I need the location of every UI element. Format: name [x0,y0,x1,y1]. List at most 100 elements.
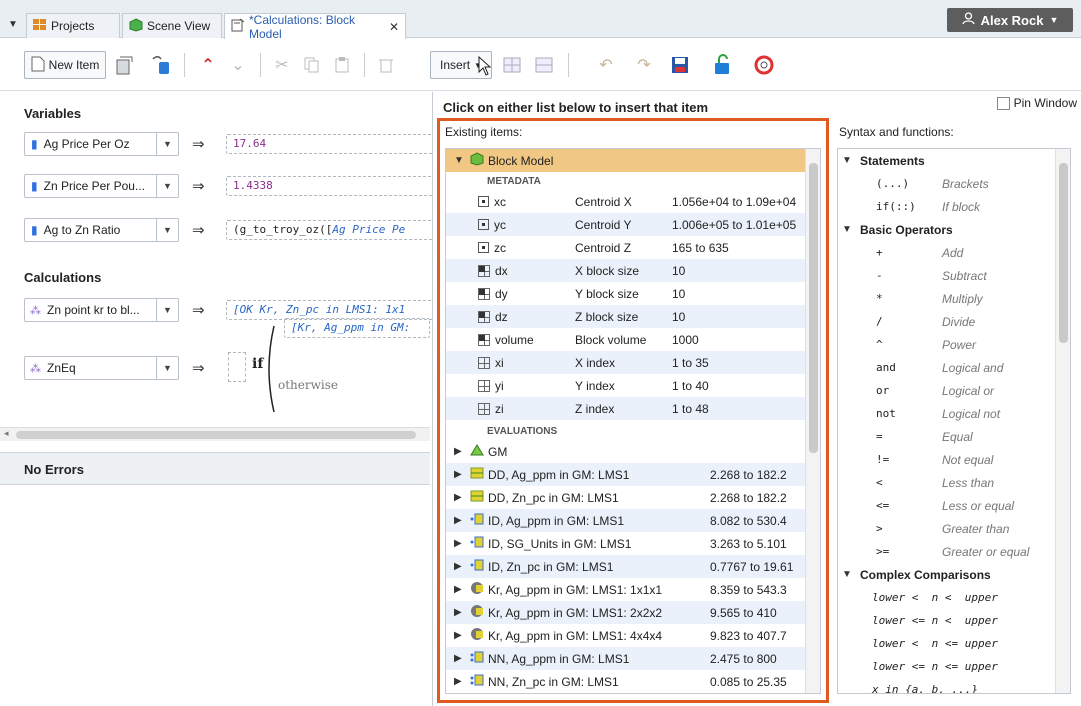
pin-window-checkbox[interactable]: Pin Window [996,96,1077,110]
category-complex-comparisons[interactable]: ▼ Complex Comparisons [838,563,1056,586]
syntax-item[interactable]: + Add [838,241,1056,264]
expand-triangle-icon[interactable]: ▶ [454,446,466,457]
tab-projects[interactable]: Projects [26,13,120,38]
syntax-item[interactable]: <= Less or equal [838,494,1056,517]
expand-triangle-icon[interactable]: ▶ [454,584,466,595]
checkbox-box[interactable] [996,96,1010,110]
cut-button[interactable]: ✂ [268,51,296,79]
syntax-item[interactable]: not Logical not [838,402,1056,425]
expand-triangle-icon[interactable]: ▶ [454,607,466,618]
expand-triangle-icon[interactable]: ▶ [454,469,466,480]
category-basic-operators[interactable]: ▼ Basic Operators [838,218,1056,241]
syntax-item[interactable]: x in {a, b, ...} [838,678,1056,693]
expression-field[interactable]: [OK Kr, Zn_pc in LMS1: 1x1 [226,300,436,320]
expand-triangle-icon[interactable]: ▶ [454,515,466,526]
syntax-item[interactable]: - Subtract [838,264,1056,287]
chevron-down-icon[interactable]: ▼ [156,219,178,241]
list-item[interactable]: dx X block size 10 [446,259,806,282]
undo-button[interactable]: ↶ [592,51,620,79]
vertical-scrollbar[interactable] [805,149,820,693]
expand-triangle-icon[interactable]: ▼ [842,224,854,235]
chevron-down-icon[interactable]: ▼ [156,357,178,379]
user-menu-button[interactable]: Alex Rock ▼ [947,8,1073,32]
close-icon[interactable]: ✕ [389,20,399,34]
add-filter-button[interactable] [146,51,176,79]
syntax-item[interactable]: or Logical or [838,379,1056,402]
list-item[interactable]: volume Block volume 1000 [446,328,806,351]
horizontal-scrollbar[interactable]: ◂ [0,427,430,441]
expand-triangle-icon[interactable]: ▶ [454,538,466,549]
insert-row-above-button[interactable] [498,51,526,79]
insert-row-below-button[interactable] [530,51,558,79]
syntax-item[interactable]: ^ Power [838,333,1056,356]
syntax-item[interactable]: if(::) If block [838,195,1056,218]
expression-field[interactable]: (g_to_troy_oz([Ag Price Pe [226,220,436,240]
list-item-block-model[interactable]: ▼ Block Model [446,149,806,172]
expression-field[interactable]: 1.4338 [226,176,436,196]
list-item[interactable]: yi Y index 1 to 40 [446,374,806,397]
syntax-item[interactable]: * Multiply [838,287,1056,310]
expression-field[interactable]: 17.64 [226,134,436,154]
expand-triangle-icon[interactable]: ▶ [454,630,466,641]
list-item[interactable]: ▶ NN, Zn_pc in GM: LMS1 0.085 to 25.35 [446,670,806,693]
expand-triangle-icon[interactable]: ▶ [454,561,466,572]
help-button[interactable] [750,51,778,79]
variable-name-select[interactable]: ▮ Zn Price Per Pou... ▼ [24,174,179,198]
scroll-thumb[interactable] [16,431,416,439]
calculation-name-select[interactable]: ⁂ ZnEq ▼ [24,356,179,380]
syntax-item[interactable]: / Divide [838,310,1056,333]
scroll-left-icon[interactable]: ◂ [4,428,9,439]
expand-triangle-icon[interactable]: ▶ [454,676,466,687]
paste-button[interactable] [328,51,356,79]
syntax-item[interactable]: = Equal [838,425,1056,448]
scroll-thumb[interactable] [1059,163,1068,343]
expand-triangle-icon[interactable]: ▶ [454,492,466,503]
tab-calculations[interactable]: *Calculations: Block Model ✕ [224,13,406,41]
expand-triangle-icon[interactable]: ▼ [454,155,466,166]
syntax-item[interactable]: > Greater than [838,517,1056,540]
syntax-item[interactable]: >= Greater or equal [838,540,1056,563]
syntax-item[interactable]: lower <= n <= upper [838,655,1056,678]
list-item[interactable]: zc Centroid Z 165 to 635 [446,236,806,259]
chevron-down-icon[interactable]: ▼ [156,175,178,197]
calculation-name-select[interactable]: ⁂ Zn point kr to bl... ▼ [24,298,179,322]
scroll-thumb[interactable] [809,163,818,453]
list-item[interactable]: dy Y block size 10 [446,282,806,305]
expand-triangle-icon[interactable]: ▶ [454,653,466,664]
variable-name-select[interactable]: ▮ Ag to Zn Ratio ▼ [24,218,179,242]
list-item[interactable]: ▶ DD, Ag_ppm in GM: LMS1 2.268 to 182.2 [446,463,806,486]
list-item[interactable]: ▶ ID, Zn_pc in GM: LMS1 0.7767 to 19.61 [446,555,806,578]
new-item-button[interactable]: New Item [24,51,106,79]
list-item[interactable]: ▶ GM [446,440,806,463]
add-variable-button[interactable] [110,51,140,79]
chevron-down-icon[interactable]: ▼ [156,133,178,155]
move-to-top-button[interactable]: ⌃ [194,51,222,79]
copy-button[interactable] [298,51,326,79]
list-item[interactable]: yc Centroid Y 1.006e+05 to 1.01e+05 [446,213,806,236]
syntax-item[interactable]: != Not equal [838,448,1056,471]
syntax-item[interactable]: (...) Brackets [838,172,1056,195]
syntax-item[interactable]: lower < n <= upper [838,632,1056,655]
list-item[interactable]: xi X index 1 to 35 [446,351,806,374]
save-button[interactable] [666,51,694,79]
syntax-functions-list[interactable]: ▼ Statements (...) Brackets if(::) If block… [837,148,1071,694]
syntax-item[interactable]: lower < n < upper [838,586,1056,609]
tab-menu-arrow-icon[interactable]: ▼ [8,19,18,30]
list-item[interactable]: ▶ ID, Ag_ppm in GM: LMS1 8.082 to 530.4 [446,509,806,532]
chevron-down-icon[interactable]: ▼ [156,299,178,321]
list-item[interactable]: ▶ ID, SG_Units in GM: LMS1 3.263 to 5.101 [446,532,806,555]
list-item[interactable]: zi Z index 1 to 48 [446,397,806,420]
vertical-scrollbar[interactable] [1055,149,1070,693]
list-item[interactable]: dz Z block size 10 [446,305,806,328]
redo-button[interactable]: ↷ [630,51,658,79]
existing-items-list[interactable]: ▼ Block Model METADATA xc Centroid X 1.056… [445,148,821,694]
list-item[interactable]: xc Centroid X 1.056e+04 to 1.09e+04 [446,190,806,213]
category-statements[interactable]: ▼ Statements [838,149,1056,172]
expand-triangle-icon[interactable]: ▼ [842,569,854,580]
list-item[interactable]: ▶ NN, Ag_ppm in GM: LMS1 2.475 to 800 [446,647,806,670]
if-target-slot[interactable] [228,352,246,382]
syntax-item[interactable]: < Less than [838,471,1056,494]
list-item[interactable]: ▶ Kr, Ag_ppm in GM: LMS1: 2x2x2 9.565 to 4… [446,601,806,624]
list-item[interactable]: ▶ DD, Zn_pc in GM: LMS1 2.268 to 182.2 [446,486,806,509]
condition-field[interactable]: [Kr, Ag_ppm in GM: [284,318,430,338]
